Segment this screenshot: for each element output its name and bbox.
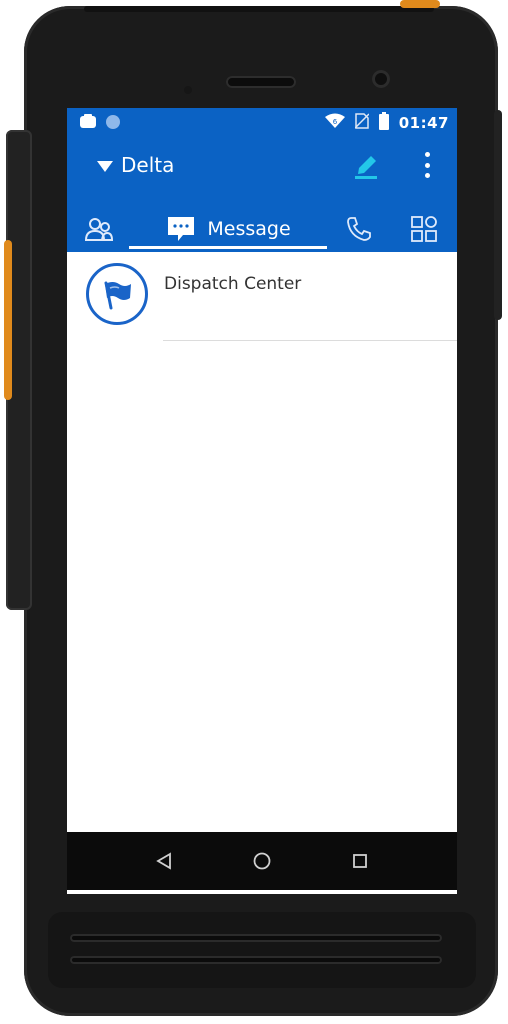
group-name: Delta	[121, 153, 175, 177]
contacts-icon	[85, 218, 113, 241]
speaker-grille	[70, 934, 442, 942]
battery-icon	[378, 112, 389, 134]
more-vert-dot	[424, 162, 430, 168]
tab-contacts[interactable]	[67, 206, 131, 252]
back-icon	[156, 852, 171, 870]
tab-calls[interactable]	[327, 206, 391, 252]
right-side-key	[494, 110, 502, 320]
front-camera	[372, 70, 390, 88]
nav-back-button[interactable]	[151, 848, 177, 874]
sync-icon	[105, 114, 121, 134]
recents-icon	[353, 854, 367, 868]
proximity-sensor	[184, 86, 192, 94]
bottom-speaker-panel	[48, 912, 476, 988]
device-top-edge	[84, 6, 434, 12]
edit-icon	[355, 156, 377, 179]
nav-recents-button[interactable]	[347, 848, 373, 874]
tab-message-label: Message	[207, 218, 291, 240]
ptt-app-icon	[79, 114, 97, 134]
conversation-item[interactable]: Dispatch Center	[67, 252, 457, 342]
more-options-button[interactable]	[417, 150, 437, 180]
status-bar: 6 01:47	[67, 108, 457, 136]
divider	[163, 340, 457, 341]
nav-home-button[interactable]	[249, 848, 275, 874]
conversation-title: Dispatch Center	[164, 274, 302, 294]
home-icon	[253, 852, 271, 870]
wifi-icon: 6	[324, 113, 345, 133]
edit-button[interactable]	[353, 150, 381, 180]
selected-tab-indicator	[129, 246, 327, 249]
phone-screen: 6 01:47 Delta Message Dispatch Center	[67, 108, 457, 894]
system-nav-bar	[67, 832, 457, 890]
side-orange-key	[4, 240, 12, 400]
conversation-list: Dispatch Center	[67, 252, 457, 342]
dropdown-caret-icon	[97, 160, 113, 172]
flag-icon	[104, 281, 131, 310]
status-time: 01:47	[398, 114, 449, 132]
grid-icon	[411, 216, 437, 242]
no-sim-icon	[354, 113, 370, 133]
tab-bar: Message	[67, 206, 457, 252]
earpiece-speaker	[226, 76, 296, 88]
tab-apps[interactable]	[391, 206, 457, 252]
phone-icon	[347, 217, 371, 241]
avatar	[86, 263, 148, 325]
speaker-grille	[70, 956, 442, 964]
top-orange-key	[400, 0, 440, 8]
more-vert-dot	[424, 173, 430, 178]
svg-text:6: 6	[333, 118, 338, 126]
app-bar: Delta	[67, 136, 457, 206]
more-vert-icon	[424, 152, 430, 157]
group-selector[interactable]: Delta	[97, 153, 174, 177]
message-icon	[168, 217, 195, 241]
